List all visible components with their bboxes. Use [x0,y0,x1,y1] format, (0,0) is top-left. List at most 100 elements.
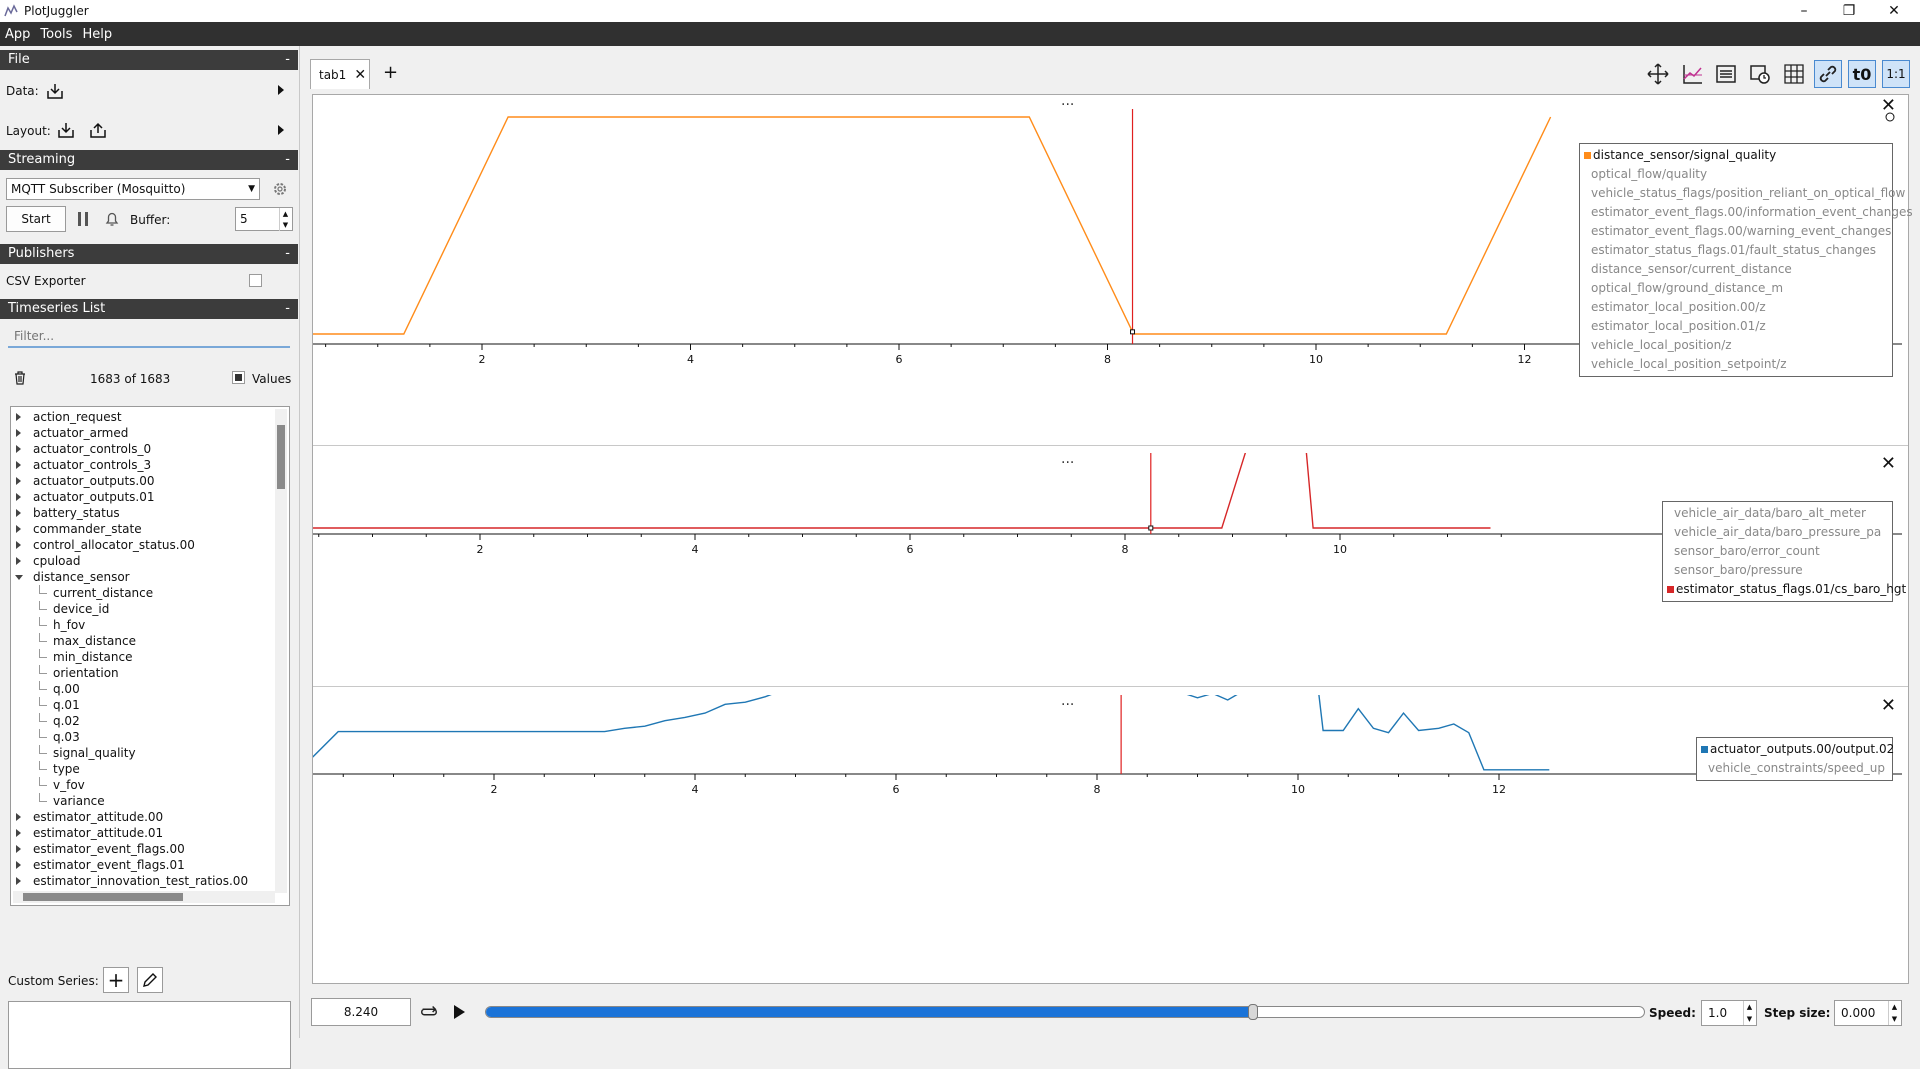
chevron-right-icon[interactable] [16,429,21,437]
play-icon[interactable] [449,1002,469,1022]
timeseries-tree[interactable]: action_request actuator_armed actuator_con… [10,406,290,906]
loop-icon[interactable] [419,1002,439,1022]
legend-item[interactable]: vehicle_air_data/baro_pressure_pa [1667,523,1888,542]
move-icon[interactable] [1644,60,1672,88]
plot-menu-dots[interactable]: ... [1061,693,1074,709]
collapse-icon[interactable]: - [285,244,290,264]
legend-item[interactable]: estimator_event_flags.00/warning_event_c… [1584,222,1891,241]
horizontal-scrollbar[interactable] [13,891,275,903]
spin-up-icon[interactable]: ▲ [1888,1001,1900,1013]
legend-item[interactable]: vehicle_local_position/z [1584,336,1888,355]
scrollbar-thumb[interactable] [23,893,183,901]
file-section-header[interactable]: File - [0,50,298,70]
grid-icon[interactable] [1780,60,1808,88]
publishers-section-header[interactable]: Publishers - [0,244,298,264]
chevron-right-icon[interactable] [16,493,21,501]
legend-item[interactable]: estimator_status_flags.01/cs_baro_hgt [1667,580,1906,599]
timeseries-section-header[interactable]: Timeseries List - [0,299,298,319]
link-icon[interactable] [1814,60,1842,88]
time-input[interactable]: 8.240 [311,998,411,1026]
slider-handle[interactable] [1247,1004,1258,1020]
chevron-right-icon[interactable] [16,557,21,565]
scrollbar-thumb[interactable] [277,425,285,489]
tab-tab1[interactable]: tab1 ✕ [310,59,370,89]
close-plot-icon[interactable]: ✕ [1881,95,1896,116]
chevron-right-icon[interactable] [16,829,21,837]
legend-item[interactable]: estimator_status_flags.01/fault_status_c… [1584,241,1888,260]
time-slider[interactable] [485,1006,1645,1018]
gear-icon[interactable] [270,179,290,199]
spin-down-icon[interactable]: ▼ [279,219,291,231]
csv-exporter-checkbox[interactable] [249,274,262,287]
buffer-input[interactable]: 5 ▲ ▼ [235,207,293,231]
legend-item[interactable]: optical_flow/quality [1584,165,1888,184]
chevron-right-icon[interactable] [16,461,21,469]
streaming-section-header[interactable]: Streaming - [0,150,298,170]
close-tab-icon[interactable]: ✕ [354,67,366,83]
chevron-right-icon[interactable] [16,813,21,821]
chevron-down-icon[interactable] [15,575,23,580]
legend-item[interactable]: estimator_event_flags.00/information_eve… [1584,203,1913,222]
load-layout-icon[interactable] [56,120,76,140]
legend-item[interactable]: vehicle_air_data/baro_alt_meter [1667,504,1888,523]
bell-icon[interactable] [102,209,122,229]
legend-item[interactable]: distance_sensor/signal_quality [1584,146,1888,165]
filter-input[interactable] [8,326,290,348]
chevron-right-icon[interactable] [16,877,21,885]
legend-item[interactable]: vehicle_local_position_setpoint/z [1584,355,1888,374]
layout-expand-icon[interactable] [278,125,284,135]
legend-item[interactable]: vehicle_constraints/speed_up [1701,759,1888,778]
collapse-icon[interactable]: - [285,299,290,319]
chevron-right-icon[interactable] [16,861,21,869]
restore-icon[interactable]: ❐ [1829,0,1869,22]
legend-item[interactable]: distance_sensor/current_distance [1584,260,1888,279]
spin-down-icon[interactable]: ▼ [1743,1013,1755,1025]
pause-icon[interactable] [73,209,93,229]
plot-1-legend[interactable]: distance_sensor/signal_quality optical_fl… [1579,143,1913,377]
edit-custom-series-button[interactable] [137,967,163,993]
spin-down-icon[interactable]: ▼ [1888,1013,1900,1025]
plot-menu-dots[interactable]: ... [1061,451,1074,467]
legend-item[interactable]: vehicle_status_flags/position_reliant_on… [1584,184,1905,203]
trash-icon[interactable] [10,368,30,388]
minimize-icon[interactable]: – [1784,0,1824,22]
values-checkbox[interactable] [232,371,245,384]
add-tab-button[interactable]: + [383,62,398,83]
legend-item[interactable]: sensor_baro/pressure [1667,561,1888,580]
chevron-right-icon[interactable] [16,477,21,485]
load-data-icon[interactable] [45,81,65,101]
legend-item[interactable]: sensor_baro/error_count [1667,542,1888,561]
close-window-icon[interactable]: ✕ [1874,0,1914,22]
plot-2-legend[interactable]: vehicle_air_data/baro_alt_meter vehicle_a… [1662,501,1906,602]
streaming-source-select[interactable]: MQTT Subscriber (Mosquitto) ▼ [6,178,260,200]
add-custom-series-button[interactable]: + [103,967,129,993]
ruler-icon[interactable] [1678,60,1706,88]
save-layout-icon[interactable] [88,120,108,140]
chevron-right-icon[interactable] [16,445,21,453]
menu-help[interactable]: Help [77,27,117,42]
chevron-right-icon[interactable] [16,541,21,549]
chevron-right-icon[interactable] [16,525,21,533]
menu-tools[interactable]: Tools [35,27,77,42]
chevron-right-icon[interactable] [16,845,21,853]
close-plot-icon[interactable]: ✕ [1881,453,1896,474]
plot-3-legend[interactable]: actuator_outputs.00/output.02 vehicle_con… [1696,737,1894,781]
chevron-right-icon[interactable] [16,413,21,421]
chevron-right-icon[interactable] [16,509,21,517]
ratio-icon[interactable]: 1:1 [1882,60,1910,88]
menu-app[interactable]: App [0,27,35,42]
plot-1[interactable]: ... ✕ 0-0.2-0.4-0.6-0.8-124681012 distan… [261,93,1913,445]
legend-item[interactable]: actuator_outputs.00/output.02 [1701,740,1894,759]
plot-menu-dots[interactable]: ... [1061,93,1074,109]
vertical-scrollbar[interactable] [275,409,287,893]
collapse-icon[interactable]: - [285,150,290,170]
legend-item[interactable]: optical_flow/ground_distance_m [1584,279,1888,298]
data-expand-icon[interactable] [278,85,284,95]
custom-series-list[interactable] [8,1001,291,1069]
step-size-input[interactable]: 0.000 ▲ ▼ [1834,1000,1902,1026]
close-plot-icon[interactable]: ✕ [1881,695,1896,716]
plot-2[interactable]: ... ✕ 10.80.60.40.20246810 vehicle_air_d… [261,402,1908,681]
legend-item[interactable]: estimator_local_position.00/z [1584,298,1888,317]
speed-input[interactable]: 1.0 ▲ ▼ [1701,1000,1757,1026]
start-button[interactable]: Start [6,206,66,232]
